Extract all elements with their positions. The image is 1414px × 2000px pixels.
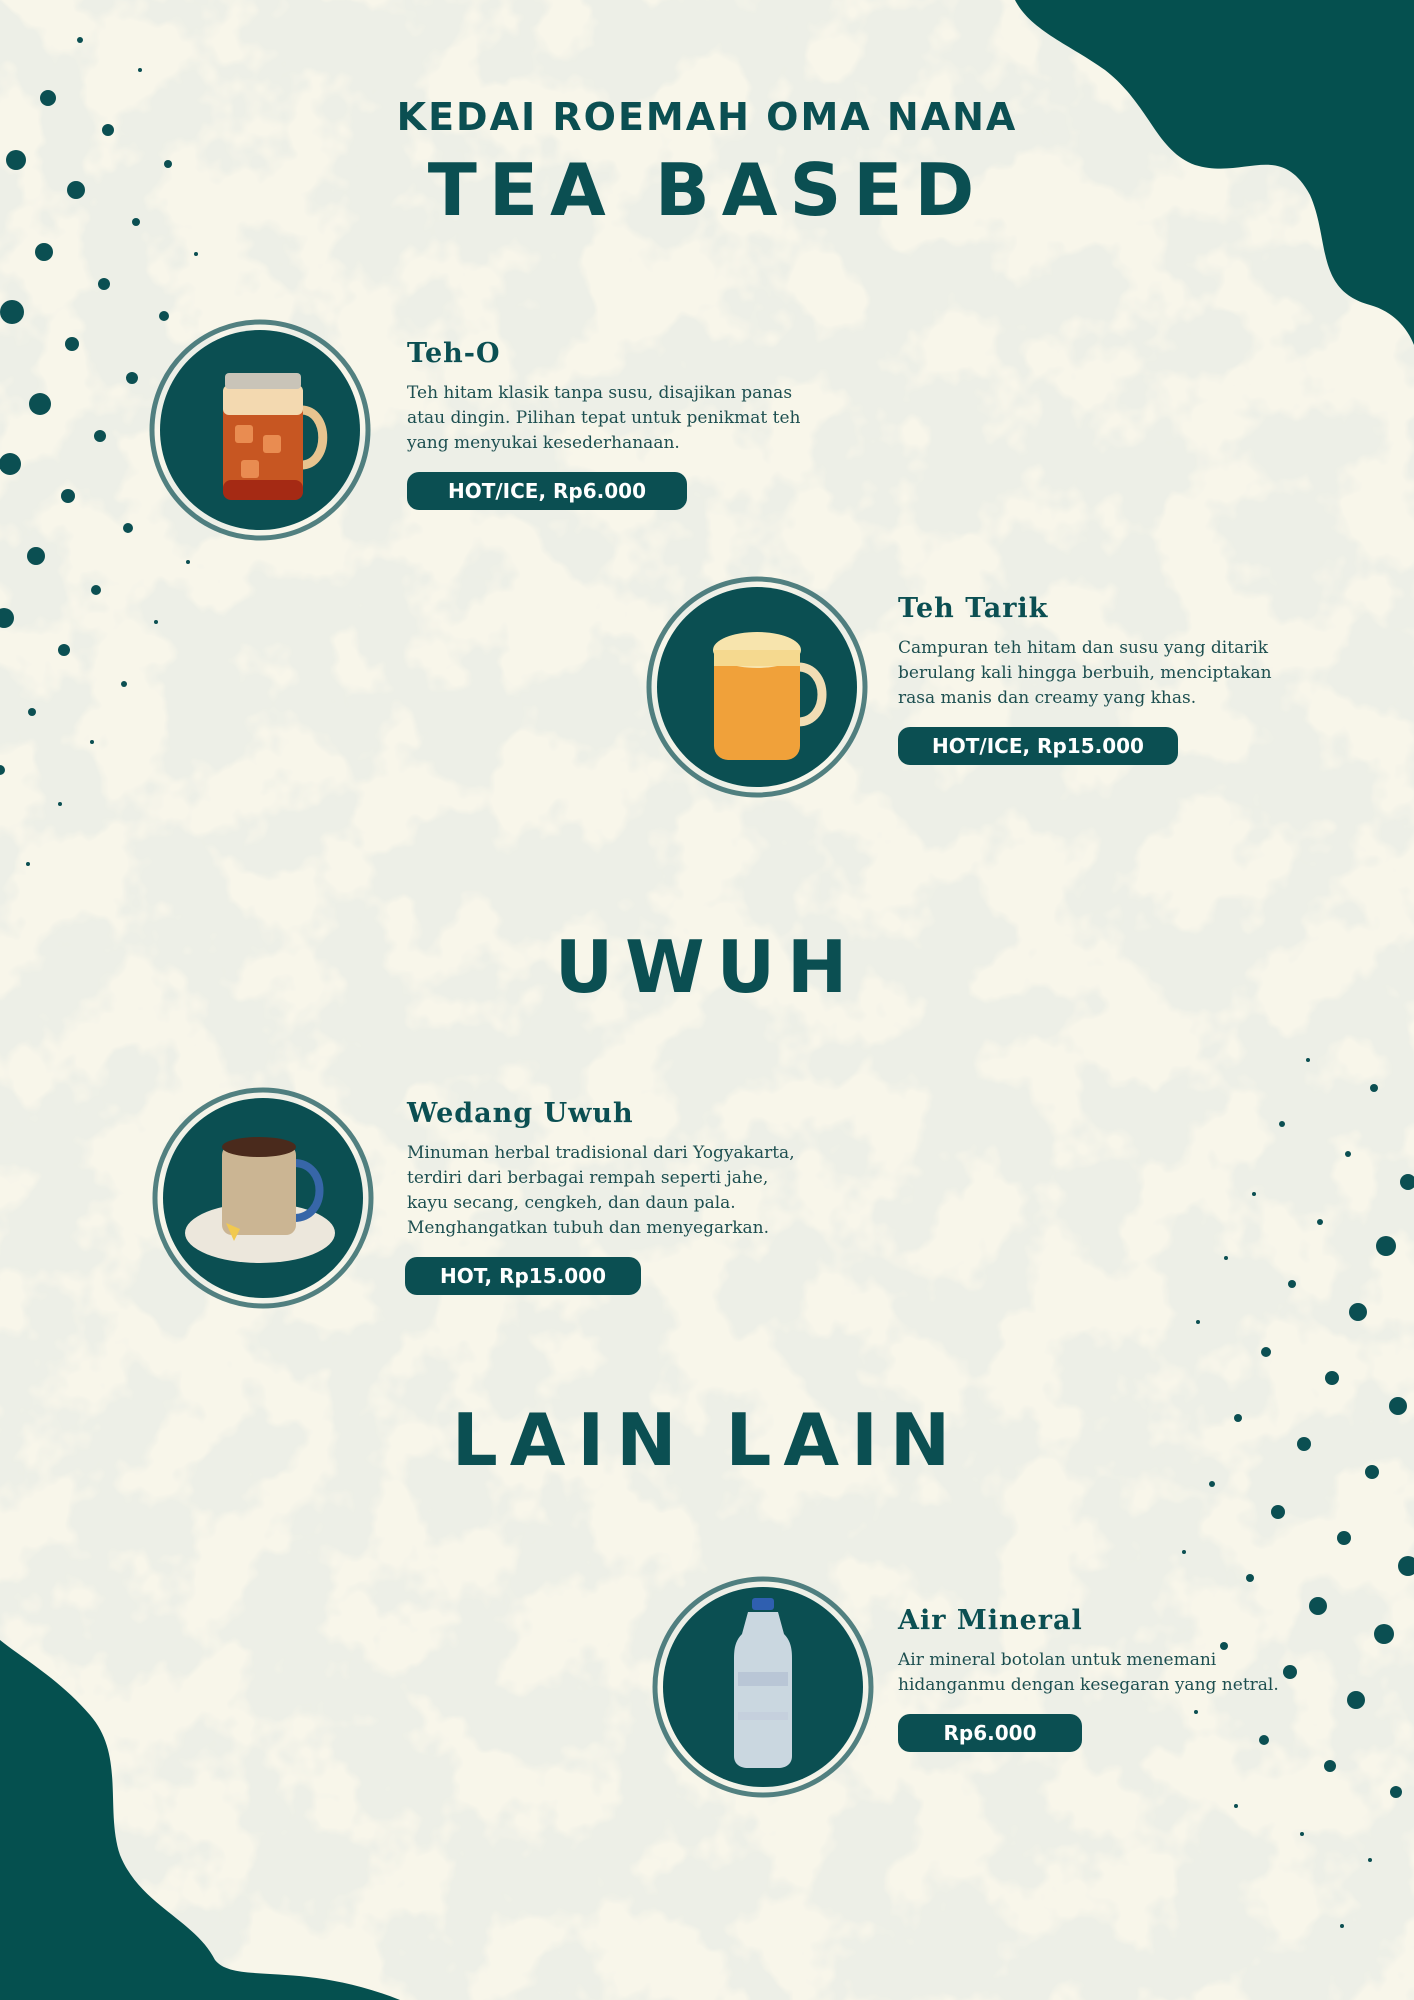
section-title-uwuh: UWUH <box>554 925 860 1009</box>
water-bottle-icon <box>648 1572 878 1802</box>
iced-tea-mug-icon <box>145 315 375 545</box>
item-description: Air mineral botolan untuk menemani hidan… <box>898 1650 1279 1695</box>
item-name: Air Mineral <box>898 1605 1083 1636</box>
item-name: Teh-O <box>407 338 501 369</box>
item-price-badge: HOT/ICE, Rp6.000 <box>407 472 687 510</box>
item-description: Campuran teh hitam dan susu yang ditarik… <box>898 638 1272 708</box>
item-name: Wedang Uwuh <box>407 1098 634 1129</box>
brand-name: KEDAI ROEMAH OMA NANA <box>396 95 1018 139</box>
item-price-badge: HOT/ICE, Rp15.000 <box>898 727 1178 765</box>
section-title-tea-based: TEA BASED <box>427 148 987 232</box>
milk-tea-mug-icon <box>642 572 872 802</box>
section-title-lain-lain: LAIN LAIN <box>451 1398 963 1482</box>
item-price-badge: HOT, Rp15.000 <box>405 1257 641 1295</box>
item-name: Teh Tarik <box>898 593 1049 624</box>
item-description: Minuman herbal tradisional dari Yogyakar… <box>407 1143 795 1238</box>
menu-page: KEDAI ROEMAH OMA NANA TEA BASED Teh-O Te… <box>0 0 1414 2000</box>
item-price-badge: Rp6.000 <box>898 1714 1082 1752</box>
item-description: Teh hitam klasik tanpa susu, disajikan p… <box>407 383 801 453</box>
herbal-drink-cup-icon <box>148 1083 378 1313</box>
